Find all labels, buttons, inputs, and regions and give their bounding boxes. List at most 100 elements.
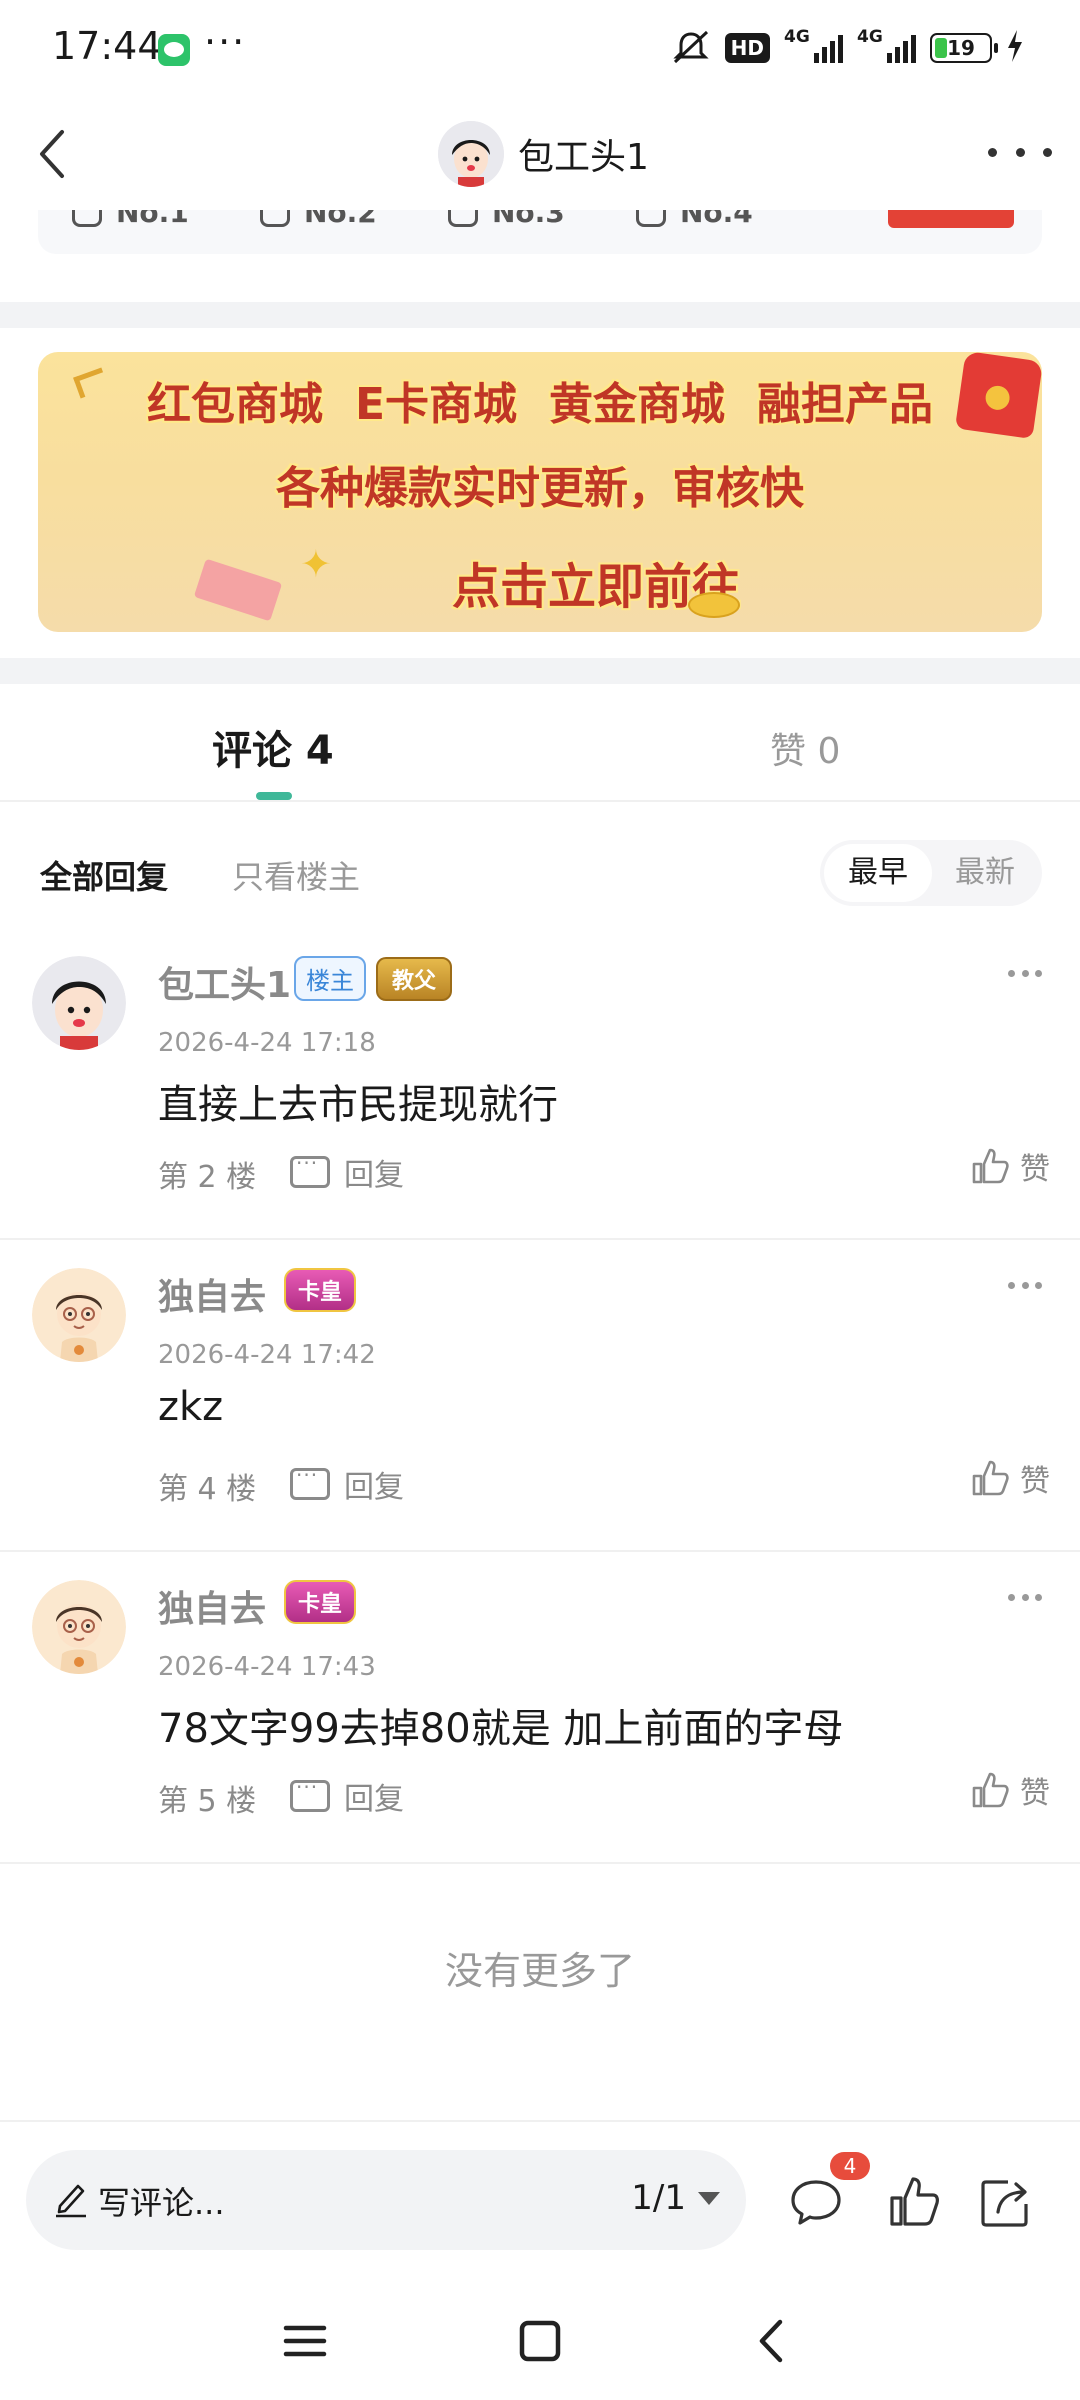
post-author[interactable]: 包工头1 [438,118,649,190]
comment-more-button[interactable] [1008,1594,1042,1606]
banner-item: 黄金商城 [549,379,726,430]
comment-item: 独自去 卡皇 2026-4-24 17:42 zkz 第 4 楼 回复 赞 [0,1242,1080,1552]
back-icon [759,2319,783,2363]
like-button[interactable]: 赞 [970,1456,1050,1500]
reply-label: 回复 [344,1158,404,1193]
sort-latest-button[interactable]: 最新 [932,844,1038,902]
comment-author[interactable]: 包工头1 [158,956,291,1008]
comment-item: 包工头1 楼主 教父 2026-4-24 17:18 直接上去市民提现就行 第 … [0,930,1080,1240]
net-label-2: 4G [857,27,883,47]
filter-op-only[interactable]: 只看楼主 [232,852,360,898]
status-more-dots: ··· [204,20,247,64]
banner-cta[interactable]: 点击立即前往 [94,547,1042,617]
wechat-icon [158,34,190,66]
comment-author[interactable]: 独自去 [158,1580,266,1632]
like-button[interactable]: 赞 [970,1144,1050,1188]
comment-text: 直接上去市民提现就行 [158,1082,558,1128]
rank-label: No.1 [116,210,189,229]
system-nav-bar [0,2280,1080,2400]
ranking-action-button[interactable] [888,210,1014,228]
pen-icon [56,2184,86,2218]
banner-item: E卡商城 [354,379,518,430]
comment-item: 独自去 卡皇 2026-4-24 17:43 78文字99去掉80就是 加上前面… [0,1554,1080,1864]
reply-button[interactable]: 回复 [290,1462,404,1506]
comment-text: 78文字99去掉80就是 加上前面的字母 [158,1706,844,1752]
like-button[interactable]: 赞 [970,1768,1050,1812]
comment-more-button[interactable] [1008,970,1042,982]
reply-icon [290,1463,330,1500]
more-button[interactable] [988,132,1052,172]
no-more-label: 没有更多了 [444,1949,635,1993]
reply-button[interactable]: 回复 [290,1150,404,1194]
author-badges: 卡皇 [284,1268,357,1312]
sort-earliest-button[interactable]: 最早 [824,844,932,902]
back-button[interactable] [18,118,90,190]
hd-icon: HD [724,33,770,63]
thumbs-up-icon [972,1148,1009,1184]
like-post-button[interactable] [886,2174,942,2230]
avatar[interactable] [438,121,504,187]
promo-banner[interactable]: 红包商城 E卡商城 黄金商城 融担产品 各种爆款实时更新，审核快 ✦ 点击立即前往 [38,352,1042,632]
rank-item[interactable]: No.3 [448,210,565,229]
like-icon [890,2177,939,2226]
reply-label: 回复 [344,1470,404,1505]
comment-count-badge: 4 [830,2152,870,2180]
comment-more-button[interactable] [1008,1282,1042,1294]
write-comment-input[interactable]: 写评论... 1/1 [26,2150,746,2250]
ranking-strip: No.1 No.2 No.3 No.4 [38,210,1042,254]
share-button[interactable] [978,2174,1034,2230]
signal-icon-2: 4G [857,27,916,63]
home-button[interactable] [505,2306,575,2376]
rank-label: No.2 [304,210,377,229]
menu-button[interactable] [270,2306,340,2376]
more-icon [1008,970,1015,977]
tab-indicator [256,792,292,800]
avatar[interactable] [32,1268,126,1362]
comment-text: zkz [158,1384,224,1430]
status-time: 17:44 [52,24,162,68]
filter-all-replies[interactable]: 全部回复 [40,852,168,898]
avatar[interactable] [32,956,126,1050]
bottom-action-bar: 写评论... 1/1 4 [0,2120,1080,2280]
like-label: 赞 [1020,1152,1050,1187]
tab-likes[interactable]: 赞 0 [770,722,840,774]
home-icon [519,2320,561,2362]
comment-floor: 第 5 楼 [158,1784,257,1819]
comment-filter: 全部回复 只看楼主 最早 最新 [0,826,1080,922]
author-badges: 楼主 教父 [294,956,453,1001]
reply-button[interactable]: 回复 [290,1774,404,1818]
status-bar: 17:44 ··· HD 4G 4G 19 [0,0,1080,98]
like-label: 赞 [1020,1776,1050,1811]
coin-icon [688,592,740,618]
rank-item[interactable]: No.1 [72,210,189,229]
cup-icon [636,210,666,227]
cup-icon [260,210,290,227]
system-back-button[interactable] [738,2306,808,2376]
rank-item[interactable]: No.4 [636,210,753,229]
cup-icon [448,210,478,227]
comment-floor: 第 2 楼 [158,1160,257,1195]
more-icon [988,147,997,157]
banner-subtitle: 各种爆款实时更新，审核快 [276,463,804,514]
more-icon [1008,1282,1015,1289]
comment-author[interactable]: 独自去 [158,1268,266,1320]
rank-item[interactable]: No.2 [260,210,377,229]
comment-time: 2026-4-24 17:43 [158,1652,376,1682]
section-divider [0,302,1080,328]
title-badge: 卡皇 [284,1268,357,1312]
reply-icon [290,1775,330,1812]
title-badge: 教父 [376,956,453,1001]
chevron-down-icon[interactable] [698,2192,720,2205]
top-nav: 包工头1 [0,98,1080,210]
thumbs-up-icon [972,1460,1009,1496]
tab-bar: 评论 4 赞 0 [0,684,1080,802]
avatar[interactable] [32,1580,126,1674]
banner-items: 红包商城 E卡商城 黄金商城 融担产品 [38,368,1042,432]
page-selector[interactable]: 1/1 [631,2178,686,2218]
tab-comments[interactable]: 评论 4 [212,718,334,776]
comment-button[interactable] [788,2174,844,2230]
section-divider [0,658,1080,684]
cup-icon [72,210,102,227]
banner-item: 红包商城 [146,379,323,430]
status-icons: HD 4G 4G 19 [671,27,1024,68]
